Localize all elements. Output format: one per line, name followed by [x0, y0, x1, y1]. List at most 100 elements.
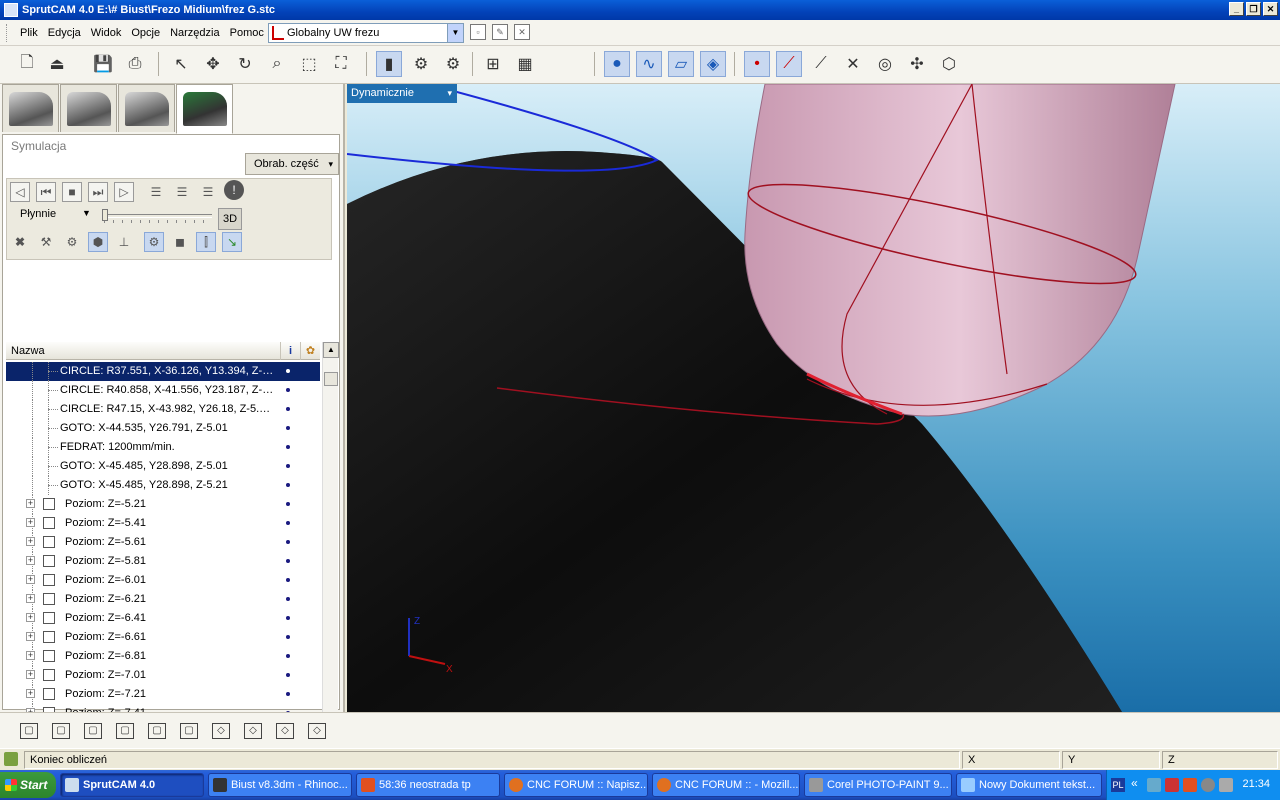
menu-edycja[interactable]: Edycja: [43, 27, 86, 39]
column-name[interactable]: Nazwa: [11, 345, 45, 357]
antivirus-icon[interactable]: [1165, 778, 1179, 792]
save-icon[interactable]: 💾: [90, 51, 116, 77]
expand-icon[interactable]: +: [26, 594, 35, 603]
expand-icon[interactable]: +: [26, 651, 35, 660]
expand-icon[interactable]: +: [26, 537, 35, 546]
tree-row[interactable]: GOTO: X-45.485, Y28.898, Z-5.01: [6, 457, 320, 476]
edit-cs-icon[interactable]: ✎: [492, 24, 508, 40]
print-icon[interactable]: ⎙: [122, 51, 148, 77]
tree-row[interactable]: CIRCLE: R37.551, X-36.126, Y13.394, Z-5.…: [6, 362, 320, 381]
cutter-icon[interactable]: ⫿: [196, 232, 216, 252]
tree-level-row[interactable]: + Poziom: Z=-5.21: [6, 495, 320, 514]
task-cnc-forum-1[interactable]: CNC FORUM :: Napisz...: [504, 773, 648, 797]
tree-level-row[interactable]: + Poziom: Z=-7.01: [6, 666, 320, 685]
chevron-down-icon[interactable]: ▼: [447, 24, 463, 42]
segment-icon[interactable]: ⟋: [808, 51, 834, 77]
transform-icon[interactable]: ⬡: [936, 51, 962, 77]
expand-icon[interactable]: +: [26, 613, 35, 622]
level-checkbox[interactable]: [43, 555, 55, 567]
chevron-down-icon[interactable]: ▼: [82, 208, 91, 218]
level-checkbox[interactable]: [43, 688, 55, 700]
curve-view-icon[interactable]: ∿: [636, 51, 662, 77]
tree-level-row[interactable]: + Poziom: Z=-5.81: [6, 552, 320, 571]
menu-narzedzia[interactable]: Narzędzia: [165, 27, 225, 39]
monitor-tray-icon[interactable]: [1219, 778, 1233, 792]
forward-end-icon[interactable]: ⏭: [88, 182, 108, 202]
import-icon[interactable]: ⏏: [44, 51, 70, 77]
rewind-icon[interactable]: ⏮: [36, 182, 56, 202]
calculator-icon[interactable]: ▦: [512, 51, 538, 77]
3d-button[interactable]: 3D: [218, 208, 242, 230]
machine2-icon[interactable]: ⚙: [440, 51, 466, 77]
tree-level-row[interactable]: + Poziom: Z=-5.61: [6, 533, 320, 552]
surface-view-icon[interactable]: ◈: [700, 51, 726, 77]
view-iso2-icon[interactable]: ◇: [244, 723, 262, 739]
tree-row[interactable]: FEDRAT: 1200mm/min.: [6, 438, 320, 457]
expand-icon[interactable]: +: [26, 632, 35, 641]
list-step-icon[interactable]: ☰: [146, 182, 166, 202]
play-icon[interactable]: ▷: [114, 182, 134, 202]
tree-row[interactable]: CIRCLE: R40.858, X-41.556, Y23.187, Z-5.…: [6, 381, 320, 400]
tray-expand-icon[interactable]: «: [1131, 776, 1138, 790]
cross-icon[interactable]: ✕: [840, 51, 866, 77]
tool-holder-icon[interactable]: ⬢: [88, 232, 108, 252]
step-back-icon[interactable]: ◁: [10, 182, 30, 202]
level-checkbox[interactable]: [43, 631, 55, 643]
delete-cs-icon[interactable]: ✕: [514, 24, 530, 40]
tree-level-row[interactable]: + Poziom: Z=-6.21: [6, 590, 320, 609]
restore-button[interactable]: ❐: [1246, 2, 1261, 16]
task-notepad[interactable]: Nowy Dokument tekst...: [956, 773, 1102, 797]
close-icon[interactable]: ✖: [10, 232, 30, 252]
slider-thumb[interactable]: [102, 209, 108, 221]
expand-icon[interactable]: +: [26, 689, 35, 698]
scroll-up-icon[interactable]: ▲: [323, 342, 339, 358]
settings-icon[interactable]: ⊞: [480, 51, 506, 77]
task-sprutcam[interactable]: SprutCAM 4.0: [60, 773, 204, 797]
level-checkbox[interactable]: [43, 650, 55, 662]
menu-pomoc[interactable]: Pomoc: [225, 27, 269, 39]
expand-icon[interactable]: +: [26, 518, 35, 527]
tab-model[interactable]: [2, 84, 59, 132]
tree-row[interactable]: GOTO: X-44.535, Y26.791, Z-5.01: [6, 419, 320, 438]
level-checkbox[interactable]: [43, 669, 55, 681]
tab-simulation[interactable]: [176, 84, 233, 134]
menu-widok[interactable]: Widok: [86, 27, 127, 39]
scroll-thumb[interactable]: [324, 372, 338, 386]
view-bottom-icon[interactable]: ▢: [180, 723, 198, 739]
stop-icon[interactable]: ■: [62, 182, 82, 202]
task-rhino[interactable]: Biust v8.3dm - Rhinoc...: [208, 773, 352, 797]
machine-icon[interactable]: ⚙: [408, 51, 434, 77]
level-checkbox[interactable]: [43, 574, 55, 586]
tree-level-row[interactable]: + Poziom: Z=-6.41: [6, 609, 320, 628]
point-view-icon[interactable]: ●: [604, 51, 630, 77]
point-icon[interactable]: •: [744, 51, 770, 77]
task-cnc-forum-2[interactable]: CNC FORUM :: - Mozill...: [652, 773, 800, 797]
settings-tray-icon[interactable]: [1201, 778, 1215, 792]
tree-level-row[interactable]: + Poziom: Z=-6.01: [6, 571, 320, 590]
menu-plik[interactable]: Plik: [15, 27, 43, 39]
line-icon[interactable]: ⟋: [776, 51, 802, 77]
level-checkbox[interactable]: [43, 536, 55, 548]
expand-icon[interactable]: +: [26, 575, 35, 584]
view-iso3-icon[interactable]: ◇: [276, 723, 294, 739]
center-icon[interactable]: ◎: [872, 51, 898, 77]
select-icon[interactable]: ↖: [168, 51, 194, 77]
expand-icon[interactable]: +: [26, 670, 35, 679]
view-front-icon[interactable]: ▢: [20, 723, 38, 739]
gear-icon[interactable]: ⚙: [62, 232, 82, 252]
tree-level-row[interactable]: + Poziom: Z=-7.21: [6, 685, 320, 704]
list-down-icon[interactable]: ☰: [198, 182, 218, 202]
stock-icon[interactable]: ◼: [170, 232, 190, 252]
tree-row[interactable]: CIRCLE: R47.15, X-43.982, Y26.18, Z-5.01…: [6, 400, 320, 419]
zoom-window-icon[interactable]: ⬚: [296, 51, 322, 77]
move-icon[interactable]: ✣: [904, 51, 930, 77]
tree-row[interactable]: GOTO: X-45.485, Y28.898, Z-5.21: [6, 476, 320, 495]
view-back-icon[interactable]: ▢: [52, 723, 70, 739]
new-file-icon[interactable]: 🗋: [14, 51, 40, 77]
language-indicator[interactable]: PL: [1111, 778, 1125, 792]
close-button[interactable]: ✕: [1263, 2, 1278, 16]
level-checkbox[interactable]: [43, 498, 55, 510]
tab-geometry[interactable]: [60, 84, 117, 132]
info-icon[interactable]: i: [280, 342, 300, 360]
expand-icon[interactable]: +: [26, 499, 35, 508]
